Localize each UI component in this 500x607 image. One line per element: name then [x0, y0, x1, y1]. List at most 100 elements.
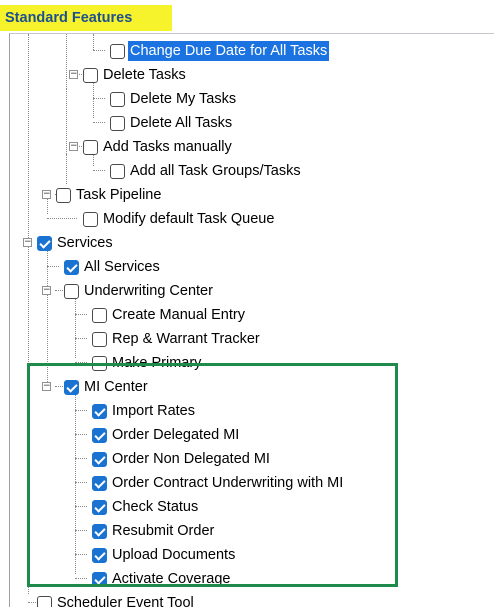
tree-item-label: Resubmit Order — [110, 521, 216, 541]
checkbox[interactable] — [37, 596, 52, 607]
checkbox[interactable] — [110, 116, 125, 131]
tree-item-label: Make Primary — [110, 353, 203, 373]
tree-connector — [75, 434, 87, 435]
checkbox[interactable] — [92, 572, 107, 587]
tree-connector — [75, 410, 87, 411]
tree-connector — [75, 314, 87, 315]
tree-connector — [75, 338, 87, 339]
tree-item-change-due-date[interactable]: Change Due Date for All Tasks — [110, 40, 329, 62]
tree-connector — [47, 266, 59, 267]
tree-item-label: Services — [55, 233, 115, 253]
tree-item-label: Activate Coverage — [110, 569, 232, 589]
tree-connector — [93, 50, 105, 51]
tree-item-label: Order Delegated MI — [110, 425, 241, 445]
tree-item-order-contract-underwriting[interactable]: Order Contract Underwriting with MI — [92, 472, 345, 494]
checkbox[interactable] — [83, 212, 98, 227]
tree-item-label: Order Contract Underwriting with MI — [110, 473, 345, 493]
collapse-toggle-underwriting-center[interactable]: − — [42, 286, 51, 295]
collapse-toggle-add-tasks-manually[interactable]: − — [69, 142, 78, 151]
tree-item-order-non-delegated-mi[interactable]: Order Non Delegated MI — [92, 448, 272, 470]
collapse-toggle-mi-center[interactable]: − — [42, 382, 51, 391]
tree-connector — [93, 34, 94, 50]
tree-item-make-primary[interactable]: Make Primary — [92, 352, 203, 374]
tree-item-rep-warrant-tracker[interactable]: Rep & Warrant Tracker — [92, 328, 262, 350]
tree-item-underwriting-center[interactable]: Underwriting Center — [64, 280, 215, 302]
tree-item-label: Add Tasks manually — [101, 137, 234, 157]
tree-connector — [75, 578, 87, 579]
tree-connector — [47, 218, 77, 219]
tree-connector — [47, 198, 48, 214]
tree-connector — [28, 34, 29, 594]
tree-item-create-manual-entry[interactable]: Create Manual Entry — [92, 304, 247, 326]
tree-item-all-services[interactable]: All Services — [64, 256, 162, 278]
tree-item-modify-default-task-queue[interactable]: Modify default Task Queue — [83, 208, 276, 230]
tree-item-add-tasks-manually[interactable]: Add Tasks manually — [83, 136, 234, 158]
tree-item-delete-all-tasks[interactable]: Delete All Tasks — [110, 112, 234, 134]
tree-item-label: Change Due Date for All Tasks — [128, 41, 329, 61]
tree-item-label: Scheduler Event Tool — [55, 593, 196, 607]
checkbox[interactable] — [64, 260, 79, 275]
checkbox[interactable] — [56, 188, 71, 203]
checkbox[interactable] — [110, 92, 125, 107]
tree-item-activate-coverage[interactable]: Activate Coverage — [92, 568, 232, 590]
tree-item-delete-my-tasks[interactable]: Delete My Tasks — [110, 88, 238, 110]
checkbox[interactable] — [92, 476, 107, 491]
checkbox[interactable] — [92, 404, 107, 419]
checkbox[interactable] — [92, 548, 107, 563]
tree-item-label: Delete All Tasks — [128, 113, 234, 133]
tree-connector — [66, 34, 67, 89]
collapse-toggle-task-pipeline[interactable]: − — [42, 190, 51, 199]
collapse-toggle-services[interactable]: − — [23, 238, 32, 247]
tree-item-label: Underwriting Center — [82, 281, 215, 301]
tree-item-label: Delete Tasks — [101, 65, 188, 85]
tree-connector — [75, 294, 76, 358]
checkbox[interactable] — [64, 380, 79, 395]
checkbox[interactable] — [110, 164, 125, 179]
checkbox[interactable] — [92, 500, 107, 515]
tree-item-scheduler-event-tool[interactable]: Scheduler Event Tool — [37, 592, 196, 607]
tree-connector — [75, 482, 87, 483]
checkbox[interactable] — [92, 308, 107, 323]
tree-item-delete-tasks[interactable]: Delete Tasks — [83, 64, 188, 86]
checkbox[interactable] — [92, 428, 107, 443]
checkbox[interactable] — [83, 140, 98, 155]
tree-item-order-delegated-mi[interactable]: Order Delegated MI — [92, 424, 241, 446]
checkbox[interactable] — [92, 452, 107, 467]
tree-connector — [75, 506, 87, 507]
checkbox[interactable] — [83, 68, 98, 83]
feature-tree[interactable]: − − − − − − Change Due Date for All Task… — [9, 33, 494, 607]
tree-item-upload-documents[interactable]: Upload Documents — [92, 544, 237, 566]
tree-item-label: Import Rates — [110, 401, 197, 421]
tree-connector — [75, 458, 87, 459]
tree-connector — [93, 98, 105, 99]
tree-item-label: Add all Task Groups/Tasks — [128, 161, 303, 181]
tree-item-label: Delete My Tasks — [128, 89, 238, 109]
tree-item-resubmit-order[interactable]: Resubmit Order — [92, 520, 216, 542]
section-header-title: Standard Features — [0, 5, 172, 31]
tree-item-add-all-task-groups[interactable]: Add all Task Groups/Tasks — [110, 160, 303, 182]
checkbox[interactable] — [37, 236, 52, 251]
features-permission-panel: Standard Features — [0, 0, 500, 606]
collapse-toggle-delete-tasks[interactable]: − — [69, 70, 78, 79]
tree-item-label: Rep & Warrant Tracker — [110, 329, 262, 349]
tree-connector — [66, 89, 67, 154]
tree-item-task-pipeline[interactable]: Task Pipeline — [56, 184, 163, 206]
tree-item-label: Create Manual Entry — [110, 305, 247, 325]
tree-connector — [66, 154, 67, 184]
checkbox[interactable] — [92, 332, 107, 347]
tree-item-mi-center[interactable]: MI Center — [64, 376, 150, 398]
tree-connector — [75, 362, 87, 363]
tree-item-services[interactable]: Services — [37, 232, 115, 254]
checkbox[interactable] — [92, 356, 107, 371]
tree-item-check-status[interactable]: Check Status — [92, 496, 200, 518]
checkbox[interactable] — [92, 524, 107, 539]
tree-item-label: Check Status — [110, 497, 200, 517]
tree-item-label: Modify default Task Queue — [101, 209, 276, 229]
tree-connector — [93, 170, 105, 171]
checkbox[interactable] — [64, 284, 79, 299]
tree-item-label: Task Pipeline — [74, 185, 163, 205]
tree-item-import-rates[interactable]: Import Rates — [92, 400, 197, 422]
checkbox[interactable] — [110, 44, 125, 59]
tree-item-label: Order Non Delegated MI — [110, 449, 272, 469]
tree-connector — [93, 122, 105, 123]
